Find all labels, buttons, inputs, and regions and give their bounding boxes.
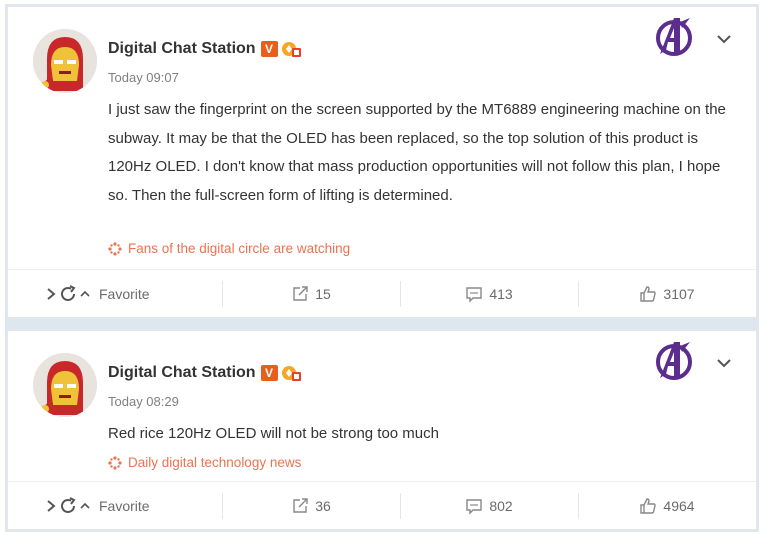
avatar[interactable] (33, 29, 97, 93)
post-text: I just saw the fingerprint on the screen… (108, 101, 726, 204)
post-source[interactable]: Daily digital technology news (108, 455, 301, 470)
author-row: Digital Chat Station V (108, 39, 301, 59)
comment-button[interactable]: 802 (400, 482, 578, 529)
comment-icon (466, 498, 483, 515)
comment-icon (466, 286, 483, 303)
repost-count: 15 (315, 285, 331, 302)
repost-count: 36 (315, 497, 331, 514)
comment-count: 413 (489, 285, 513, 302)
source-label[interactable]: Daily digital technology news (128, 455, 301, 470)
vip-badge-icon[interactable]: V (260, 41, 278, 57)
avengers-logo-icon (654, 338, 694, 382)
chevron-up-icon (80, 290, 90, 297)
medal-icon[interactable] (281, 40, 301, 58)
repost-icon (293, 497, 308, 513)
chevron-down-icon[interactable] (714, 353, 734, 373)
avengers-logo-icon (654, 14, 694, 58)
ironman-avatar-icon (33, 353, 97, 417)
post-card: Digital Chat Station V Today 08:29 Red r… (7, 330, 757, 530)
comment-count: 802 (489, 497, 513, 514)
chevron-right-icon (47, 287, 56, 300)
favorite-button[interactable]: Favorite (8, 270, 222, 317)
author-name[interactable]: Digital Chat Station (108, 40, 256, 58)
post-card: Digital Chat Station V Today 09:07 I jus… (7, 6, 757, 318)
post-timestamp[interactable]: Today 09:07 (108, 70, 179, 85)
like-icon (640, 497, 657, 514)
feed: Digital Chat Station V Today 09:07 I jus… (5, 4, 759, 532)
ironman-avatar-icon (33, 29, 97, 93)
like-count: 4964 (663, 497, 695, 514)
comment-button[interactable]: 413 (400, 270, 578, 317)
like-button[interactable]: 4964 (578, 482, 756, 529)
vip-badge-icon[interactable]: V (260, 365, 278, 381)
chevron-down-icon[interactable] (714, 29, 734, 49)
action-bar: Favorite 36 802 4964 (8, 481, 756, 529)
source-icon (108, 241, 122, 256)
like-count: 3107 (663, 285, 695, 302)
favorite-label: Favorite (99, 285, 150, 302)
repost-button[interactable]: 36 (222, 482, 400, 529)
refresh-icon (61, 496, 76, 513)
like-button[interactable]: 3107 (578, 270, 756, 317)
post-text: Red rice 120Hz OLED will not be strong t… (108, 425, 439, 442)
post-source[interactable]: Fans of the digital circle are watching (108, 241, 350, 256)
repost-icon (293, 285, 308, 301)
favorite-button[interactable]: Favorite (8, 482, 222, 529)
chevron-up-icon (80, 502, 90, 509)
repost-button[interactable]: 15 (222, 270, 400, 317)
avatar[interactable] (33, 353, 97, 417)
refresh-icon (61, 284, 76, 301)
action-bar: Favorite 15 413 3107 (8, 269, 756, 317)
like-icon (640, 285, 657, 302)
author-row: Digital Chat Station V (108, 363, 301, 383)
source-label[interactable]: Fans of the digital circle are watching (128, 241, 350, 256)
author-name[interactable]: Digital Chat Station (108, 364, 256, 382)
favorite-label: Favorite (99, 497, 150, 514)
chevron-right-icon (47, 499, 56, 512)
source-icon (108, 455, 122, 470)
medal-icon[interactable] (281, 364, 301, 382)
post-timestamp[interactable]: Today 08:29 (108, 394, 179, 409)
